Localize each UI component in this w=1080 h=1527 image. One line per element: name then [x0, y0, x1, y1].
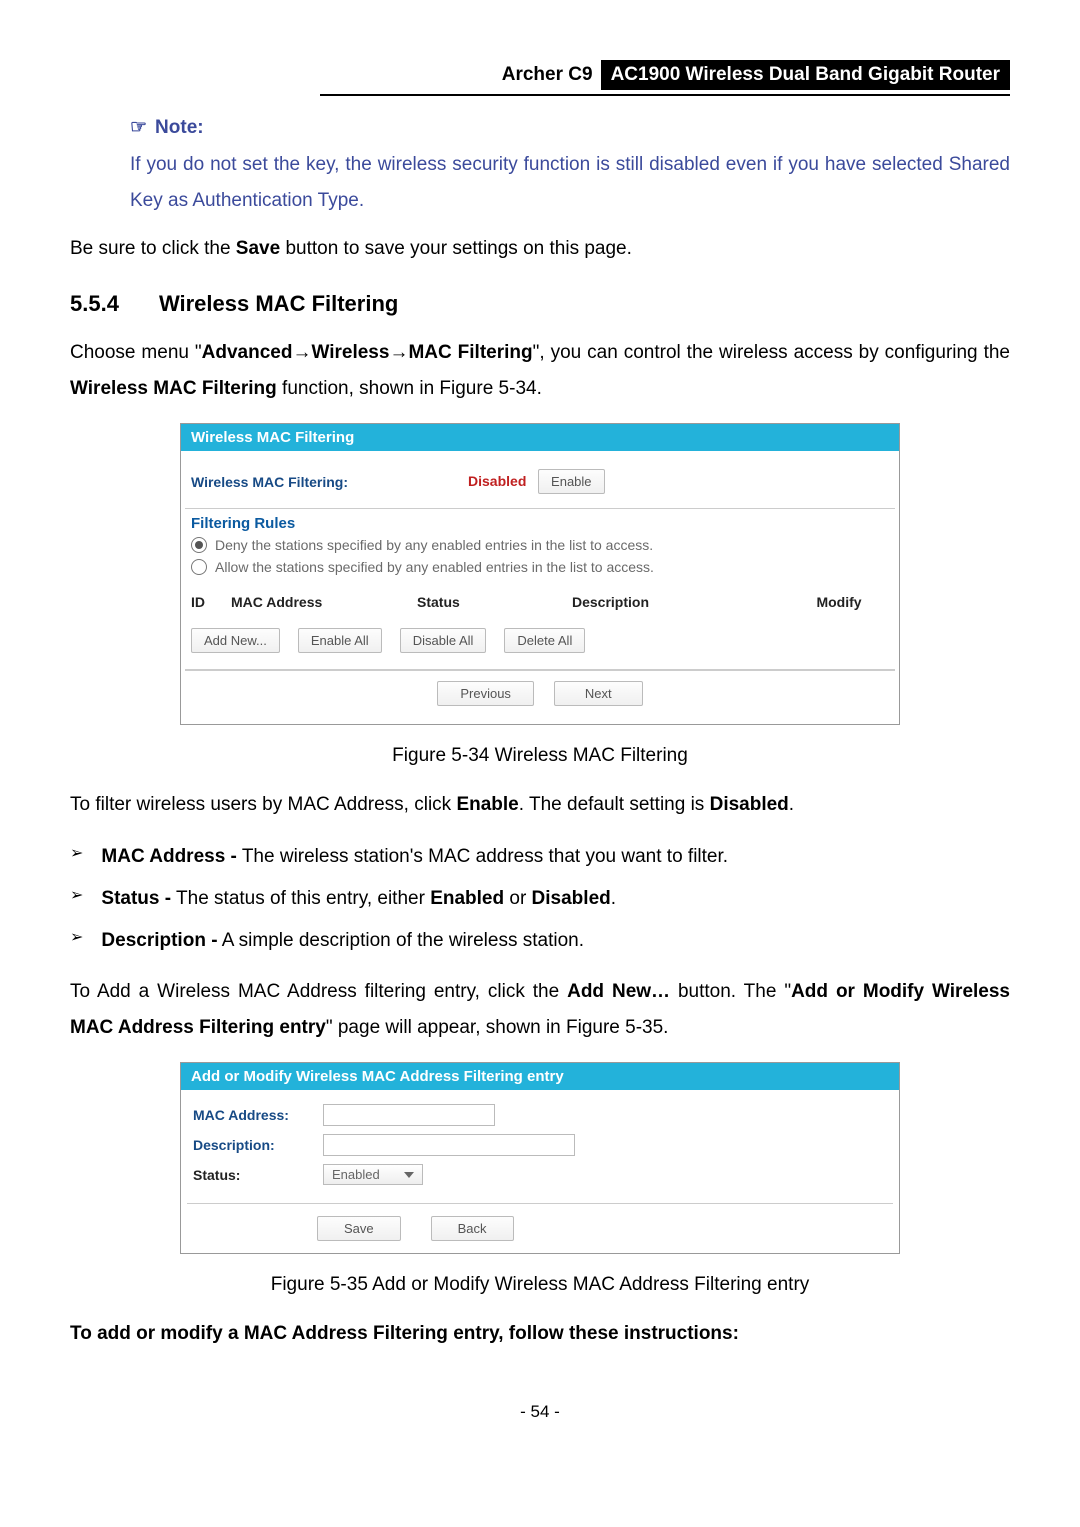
add-new-button[interactable]: Add New...: [191, 628, 280, 653]
next-button[interactable]: Next: [554, 681, 643, 706]
col-status: Status: [417, 594, 572, 610]
mac-address-input[interactable]: [323, 1104, 495, 1126]
back-button[interactable]: Back: [431, 1216, 514, 1241]
rule-allow-label: Allow the stations specified by any enab…: [215, 559, 654, 575]
section-number: 5.5.4: [70, 291, 119, 317]
bullet-icon: ➢: [70, 882, 83, 911]
panel2-title: Add or Modify Wireless MAC Address Filte…: [181, 1063, 899, 1090]
enable-filtering-button[interactable]: Enable: [538, 469, 604, 494]
save-instruction: Be sure to click the Save button to save…: [70, 231, 1010, 267]
filter-table-header: ID MAC Address Status Description Modify: [185, 578, 895, 620]
filter-instruction: To filter wireless users by MAC Address,…: [70, 787, 1010, 823]
note-heading: ☞ Note:: [130, 116, 1010, 139]
save-button[interactable]: Save: [317, 1216, 401, 1241]
radio-unchecked-icon: [191, 559, 207, 575]
enable-all-button[interactable]: Enable All: [298, 628, 382, 653]
instructions-heading: To add or modify a MAC Address Filtering…: [70, 1316, 1010, 1352]
add-modify-entry-panel: Add or Modify Wireless MAC Address Filte…: [180, 1062, 900, 1254]
delete-all-button[interactable]: Delete All: [504, 628, 585, 653]
filtering-state-value: Disabled: [468, 473, 526, 489]
list-item: ➢ MAC Address - The wireless station's M…: [70, 840, 1010, 874]
disable-all-button[interactable]: Disable All: [400, 628, 487, 653]
list-item: ➢ Description - A simple description of …: [70, 924, 1010, 958]
radio-checked-icon: [191, 537, 207, 553]
bullet-icon: ➢: [70, 840, 83, 869]
rule-deny-option[interactable]: Deny the stations specified by any enabl…: [185, 534, 895, 556]
bullet-icon: ➢: [70, 924, 83, 953]
col-id: ID: [191, 594, 231, 610]
figure-5-34-caption: Figure 5-34 Wireless MAC Filtering: [70, 745, 1010, 767]
definition-list: ➢ MAC Address - The wireless station's M…: [70, 840, 1010, 959]
description-input[interactable]: [323, 1134, 575, 1156]
list-item: ➢ Status - The status of this entry, eit…: [70, 882, 1010, 916]
page-number: - 54 -: [70, 1402, 1010, 1422]
section-heading: 5.5.4 Wireless MAC Filtering: [70, 291, 1010, 317]
add-entry-instruction: To Add a Wireless MAC Address filtering …: [70, 974, 1010, 1046]
figure-5-35-caption: Figure 5-35 Add or Modify Wireless MAC A…: [70, 1274, 1010, 1296]
nav-sentence: Choose menu "Advanced→Wireless→MAC Filte…: [70, 335, 1010, 407]
filtering-rules-header: Filtering Rules: [185, 509, 895, 534]
col-description: Description: [572, 594, 789, 610]
col-modify: Modify: [789, 594, 889, 610]
model-label: Archer C9: [494, 62, 601, 88]
rule-deny-label: Deny the stations specified by any enabl…: [215, 537, 653, 553]
note-body: If you do not set the key, the wireless …: [130, 147, 1010, 219]
previous-button[interactable]: Previous: [437, 681, 534, 706]
status-value: Enabled: [332, 1167, 380, 1182]
filtering-state-label: Wireless MAC Filtering:: [191, 474, 348, 490]
col-mac: MAC Address: [231, 594, 417, 610]
note-icon: ☞: [130, 116, 147, 139]
note-title: Note:: [155, 117, 204, 139]
mac-address-label: MAC Address:: [193, 1107, 323, 1123]
description-label: Description:: [193, 1137, 323, 1153]
section-title: Wireless MAC Filtering: [159, 291, 398, 317]
mac-filtering-panel: Wireless MAC Filtering Wireless MAC Filt…: [180, 423, 900, 725]
rule-allow-option[interactable]: Allow the stations specified by any enab…: [185, 556, 895, 578]
doc-header: Archer C9 AC1900 Wireless Dual Band Giga…: [320, 60, 1010, 96]
status-label: Status:: [193, 1167, 323, 1183]
chevron-down-icon: [404, 1172, 414, 1178]
panel-title: Wireless MAC Filtering: [181, 424, 899, 451]
status-dropdown[interactable]: Enabled: [323, 1164, 423, 1185]
product-name: AC1900 Wireless Dual Band Gigabit Router: [601, 60, 1010, 90]
